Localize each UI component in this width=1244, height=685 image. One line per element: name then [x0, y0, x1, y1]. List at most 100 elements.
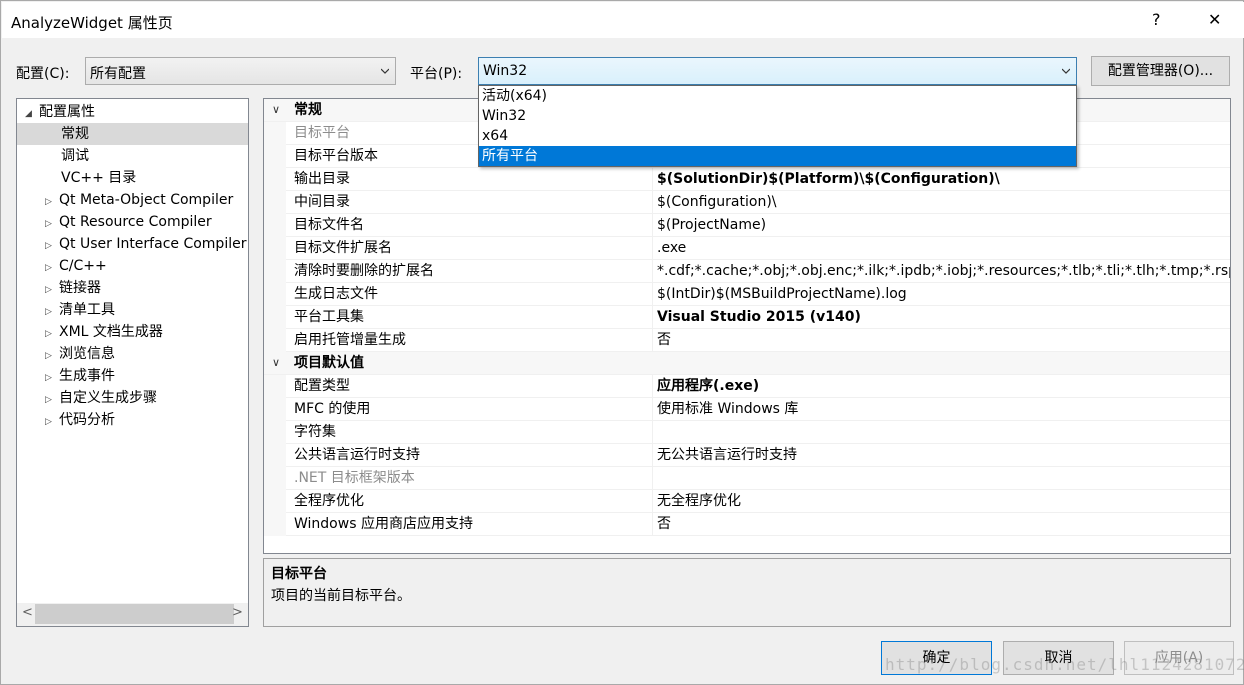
- property-name: 配置类型: [294, 378, 350, 394]
- property-row[interactable]: 中间目录 $(Configuration)\: [264, 191, 1230, 214]
- property-name: 中间目录: [294, 194, 350, 210]
- config-manager-button[interactable]: 配置管理器(O)...: [1091, 56, 1230, 86]
- property-row[interactable]: 平台工具集 Visual Studio 2015 (v140): [264, 306, 1230, 329]
- platform-option[interactable]: 所有平台: [479, 146, 1076, 166]
- tree-item[interactable]: ▷ 清单工具: [45, 299, 248, 321]
- platform-option[interactable]: Win32: [479, 106, 1076, 126]
- property-value[interactable]: $(IntDir)$(MSBuildProjectName).log: [657, 283, 1230, 305]
- property-name: 目标文件扩展名: [294, 240, 392, 256]
- property-name: 输出目录: [294, 171, 350, 187]
- collapsed-arrow-icon[interactable]: ▷: [45, 257, 59, 279]
- property-row[interactable]: 公共语言运行时支持 无公共语言运行时支持: [264, 444, 1230, 467]
- collapsed-arrow-icon[interactable]: ▷: [45, 191, 59, 213]
- property-name: 清除时要删除的扩展名: [294, 263, 434, 279]
- collapse-chevron-icon[interactable]: ∨: [272, 352, 280, 374]
- collapsed-arrow-icon[interactable]: ▷: [45, 213, 59, 235]
- tree-item[interactable]: ▷ 链接器: [45, 277, 248, 299]
- property-value[interactable]: .exe: [657, 237, 1230, 259]
- tree-item[interactable]: ▷ Qt Resource Compiler: [45, 211, 248, 233]
- tree-item-label: Qt Resource Compiler: [59, 214, 212, 230]
- properties-dialog: AnalyzeWidget 属性页 ? ✕ 配置(C): 所有配置 平台(P):…: [0, 0, 1244, 685]
- property-row[interactable]: 启用托管增量生成 否: [264, 329, 1230, 352]
- tree-item[interactable]: ▷ Qt User Interface Compiler: [45, 233, 248, 255]
- tree-item[interactable]: ▷ C/C++: [45, 255, 248, 277]
- property-row[interactable]: 生成日志文件 $(IntDir)$(MSBuildProjectName).log: [264, 283, 1230, 306]
- collapsed-arrow-icon[interactable]: ▷: [45, 411, 59, 433]
- property-value[interactable]: 无全程序优化: [657, 490, 1230, 512]
- property-value[interactable]: 否: [657, 329, 1230, 351]
- property-row[interactable]: 目标文件扩展名 .exe: [264, 237, 1230, 260]
- tree-item[interactable]: 调试: [17, 145, 248, 167]
- expanded-arrow-icon[interactable]: ◢: [25, 103, 39, 125]
- property-value[interactable]: $(ProjectName): [657, 214, 1230, 236]
- tree-item[interactable]: ▷ 代码分析: [45, 409, 248, 431]
- property-row[interactable]: MFC 的使用 使用标准 Windows 库: [264, 398, 1230, 421]
- property-name: 平台工具集: [294, 309, 364, 325]
- property-name: 公共语言运行时支持: [294, 447, 420, 463]
- collapsed-arrow-icon[interactable]: ▷: [45, 345, 59, 367]
- property-name: Windows 应用商店应用支持: [294, 516, 473, 532]
- property-row[interactable]: 输出目录 $(SolutionDir)$(Platform)\$(Configur…: [264, 168, 1230, 191]
- row-gutter: [264, 191, 286, 214]
- tree-item[interactable]: ◢ 配置属性: [25, 101, 248, 123]
- tree-item[interactable]: ▷ 生成事件: [45, 365, 248, 387]
- row-gutter: [264, 375, 286, 398]
- property-row[interactable]: 全程序优化 无全程序优化: [264, 490, 1230, 513]
- help-button[interactable]: ?: [1152, 10, 1161, 29]
- property-row[interactable]: 清除时要删除的扩展名 *.cdf;*.cache;*.obj;*.obj.enc;…: [264, 260, 1230, 283]
- collapsed-arrow-icon[interactable]: ▷: [45, 235, 59, 257]
- scroll-left-arrow-icon[interactable]: <: [22, 605, 33, 620]
- category-row[interactable]: ∨ 项目默认值: [264, 352, 1230, 375]
- row-gutter: [264, 168, 286, 191]
- row-gutter: [264, 260, 286, 283]
- property-name: .NET 目标框架版本: [294, 470, 415, 486]
- property-value[interactable]: 使用标准 Windows 库: [657, 398, 1230, 420]
- property-value[interactable]: 否: [657, 513, 1230, 535]
- property-value[interactable]: 应用程序(.exe): [657, 375, 1230, 397]
- platform-option[interactable]: 活动(x64): [479, 86, 1076, 106]
- collapsed-arrow-icon[interactable]: ▷: [45, 279, 59, 301]
- property-value[interactable]: $(Configuration)\: [657, 191, 1230, 213]
- chevron-down-icon: [381, 68, 389, 74]
- property-value[interactable]: $(SolutionDir)$(Platform)\$(Configuratio…: [657, 168, 1230, 190]
- tree-item-label: 清单工具: [59, 302, 115, 318]
- property-row[interactable]: 字符集: [264, 421, 1230, 444]
- collapsed-arrow-icon[interactable]: ▷: [45, 323, 59, 345]
- platform-option[interactable]: x64: [479, 126, 1076, 146]
- property-row[interactable]: 配置类型 应用程序(.exe): [264, 375, 1230, 398]
- scroll-right-arrow-icon[interactable]: >: [232, 605, 243, 620]
- collapsed-arrow-icon[interactable]: ▷: [45, 301, 59, 323]
- property-name: 目标文件名: [294, 217, 364, 233]
- property-value[interactable]: *.cdf;*.cache;*.obj;*.obj.enc;*.ilk;*.ip…: [657, 260, 1230, 282]
- tree-item-label: Qt Meta-Object Compiler: [59, 192, 234, 208]
- property-value[interactable]: 无公共语言运行时支持: [657, 444, 1230, 466]
- property-name: 启用托管增量生成: [294, 332, 406, 348]
- platform-dropdown-list: 活动(x64) Win32 x64 所有平台: [478, 85, 1077, 167]
- collapse-chevron-icon[interactable]: ∨: [272, 99, 280, 121]
- row-gutter: [264, 513, 286, 536]
- close-button[interactable]: ✕: [1208, 10, 1221, 29]
- property-row[interactable]: 目标文件名 $(ProjectName): [264, 214, 1230, 237]
- window-title: AnalyzeWidget 属性页: [11, 14, 173, 32]
- property-row[interactable]: Windows 应用商店应用支持 否: [264, 513, 1230, 536]
- collapsed-arrow-icon[interactable]: ▷: [45, 389, 59, 411]
- tree-item[interactable]: ▷ Qt Meta-Object Compiler: [45, 189, 248, 211]
- tree-item[interactable]: VC++ 目录: [17, 167, 248, 189]
- property-row[interactable]: .NET 目标框架版本: [264, 467, 1230, 490]
- row-gutter: [264, 398, 286, 421]
- description-title: 目标平台: [271, 566, 327, 582]
- tree-horizontal-scrollbar[interactable]: < >: [17, 603, 248, 626]
- collapsed-arrow-icon[interactable]: ▷: [45, 367, 59, 389]
- watermark-text: http://blog.csdn.net/lhl1124281072: [885, 655, 1244, 674]
- tree-item[interactable]: 常规: [17, 123, 248, 145]
- row-gutter: [264, 421, 286, 444]
- property-value[interactable]: Visual Studio 2015 (v140): [657, 306, 1230, 328]
- tree-item[interactable]: ▷ XML 文档生成器: [45, 321, 248, 343]
- property-name: 全程序优化: [294, 493, 364, 509]
- tree-item[interactable]: ▷ 自定义生成步骤: [45, 387, 248, 409]
- platform-select[interactable]: Win32: [478, 57, 1077, 85]
- scrollbar-thumb[interactable]: [35, 604, 234, 624]
- tree-item[interactable]: ▷ 浏览信息: [45, 343, 248, 365]
- property-name: MFC 的使用: [294, 401, 371, 417]
- config-select[interactable]: 所有配置: [85, 57, 396, 85]
